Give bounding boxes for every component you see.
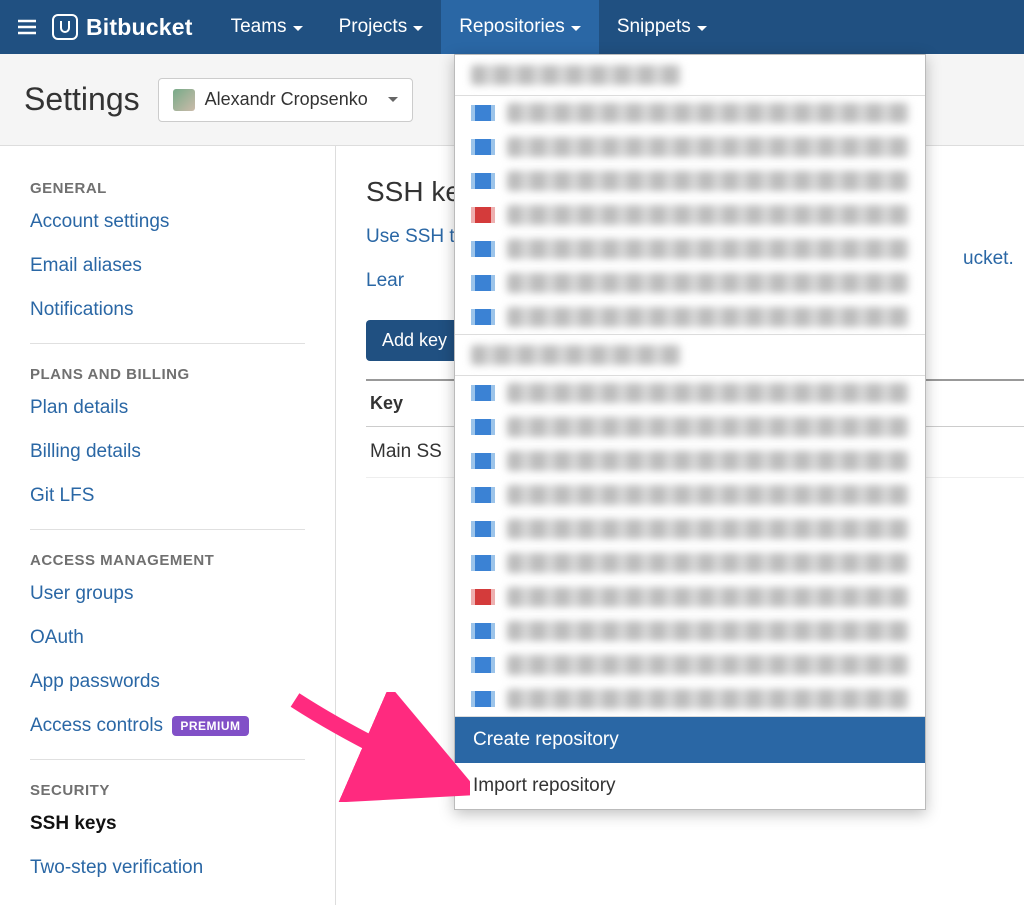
- repo-icon: [475, 487, 491, 503]
- repo-icon: [475, 555, 491, 571]
- sidebar-section-general: GENERAL: [30, 180, 305, 197]
- add-key-button[interactable]: Add key: [366, 320, 463, 361]
- chevron-down-icon: [413, 26, 423, 31]
- repo-item[interactable]: [455, 130, 925, 164]
- chevron-down-icon: [571, 26, 581, 31]
- divider: [30, 529, 305, 530]
- sidebar-item-ssh-keys[interactable]: SSH keys: [30, 813, 305, 835]
- account-selector[interactable]: Alexandr Cropsenko: [158, 78, 413, 122]
- chevron-down-icon: [293, 26, 303, 31]
- repo-item[interactable]: [455, 300, 925, 334]
- nav-teams[interactable]: Teams: [213, 0, 321, 54]
- top-nav: Bitbucket Teams Projects Repositories Sn…: [0, 0, 1024, 54]
- chevron-down-icon: [697, 26, 707, 31]
- nav-projects[interactable]: Projects: [321, 0, 442, 54]
- repo-item[interactable]: [455, 614, 925, 648]
- repo-item[interactable]: [455, 376, 925, 410]
- repo-item[interactable]: [455, 96, 925, 130]
- sidebar-section-access: ACCESS MANAGEMENT: [30, 552, 305, 569]
- avatar: [173, 89, 195, 111]
- sidebar-item-user-groups[interactable]: User groups: [30, 583, 305, 605]
- sidebar-item-email-aliases[interactable]: Email aliases: [30, 255, 305, 277]
- repo-icon: [475, 207, 491, 223]
- settings-sidebar: GENERAL Account settings Email aliases N…: [0, 146, 336, 905]
- repo-item[interactable]: [455, 580, 925, 614]
- nav-repositories[interactable]: Repositories: [441, 0, 599, 54]
- repo-item[interactable]: [455, 512, 925, 546]
- repo-item[interactable]: [455, 648, 925, 682]
- sidebar-item-billing-details[interactable]: Billing details: [30, 441, 305, 463]
- repo-icon: [475, 105, 491, 121]
- create-repository-item[interactable]: Create repository: [455, 717, 925, 763]
- repo-icon: [475, 691, 491, 707]
- sidebar-item-two-step[interactable]: Two-step verification: [30, 857, 305, 879]
- repo-item[interactable]: [455, 478, 925, 512]
- brand-text: Bitbucket: [86, 14, 193, 41]
- sidebar-item-git-lfs[interactable]: Git LFS: [30, 485, 305, 507]
- dropdown-section-header: [471, 345, 681, 365]
- repo-icon: [475, 623, 491, 639]
- sidebar-item-oauth[interactable]: OAuth: [30, 627, 305, 649]
- repo-icon: [475, 521, 491, 537]
- repo-icon: [475, 453, 491, 469]
- repositories-dropdown: Create repository Import repository: [454, 54, 926, 810]
- premium-badge: PREMIUM: [172, 716, 248, 736]
- sidebar-item-app-passwords[interactable]: App passwords: [30, 671, 305, 693]
- chevron-down-icon: [388, 97, 398, 102]
- nav-snippets[interactable]: Snippets: [599, 0, 725, 54]
- sidebar-section-security: SECURITY: [30, 782, 305, 799]
- brand-logo[interactable]: Bitbucket: [52, 14, 193, 41]
- repo-item[interactable]: [455, 198, 925, 232]
- repo-icon: [475, 385, 491, 401]
- divider: [30, 759, 305, 760]
- page-title: Settings: [24, 81, 140, 118]
- sidebar-item-notifications[interactable]: Notifications: [30, 299, 305, 321]
- account-name: Alexandr Cropsenko: [205, 89, 368, 110]
- repo-item[interactable]: [455, 164, 925, 198]
- repo-item[interactable]: [455, 682, 925, 716]
- repo-icon: [475, 173, 491, 189]
- menu-icon[interactable]: [8, 8, 46, 46]
- divider: [30, 343, 305, 344]
- repo-icon: [475, 275, 491, 291]
- repo-icon: [475, 657, 491, 673]
- repo-icon: [475, 589, 491, 605]
- repo-item[interactable]: [455, 266, 925, 300]
- sidebar-section-plans: PLANS AND BILLING: [30, 366, 305, 383]
- repo-icon: [475, 139, 491, 155]
- repo-item[interactable]: [455, 232, 925, 266]
- bitbucket-icon: [52, 14, 78, 40]
- repo-icon: [475, 309, 491, 325]
- repo-item[interactable]: [455, 410, 925, 444]
- dropdown-section-header: [471, 65, 681, 85]
- repo-item[interactable]: [455, 546, 925, 580]
- sidebar-item-plan-details[interactable]: Plan details: [30, 397, 305, 419]
- sidebar-item-account-settings[interactable]: Account settings: [30, 211, 305, 233]
- import-repository-item[interactable]: Import repository: [455, 763, 925, 809]
- repo-item[interactable]: [455, 444, 925, 478]
- repo-icon: [475, 241, 491, 257]
- repo-icon: [475, 419, 491, 435]
- sidebar-item-access-controls[interactable]: Access controls PREMIUM: [30, 715, 305, 737]
